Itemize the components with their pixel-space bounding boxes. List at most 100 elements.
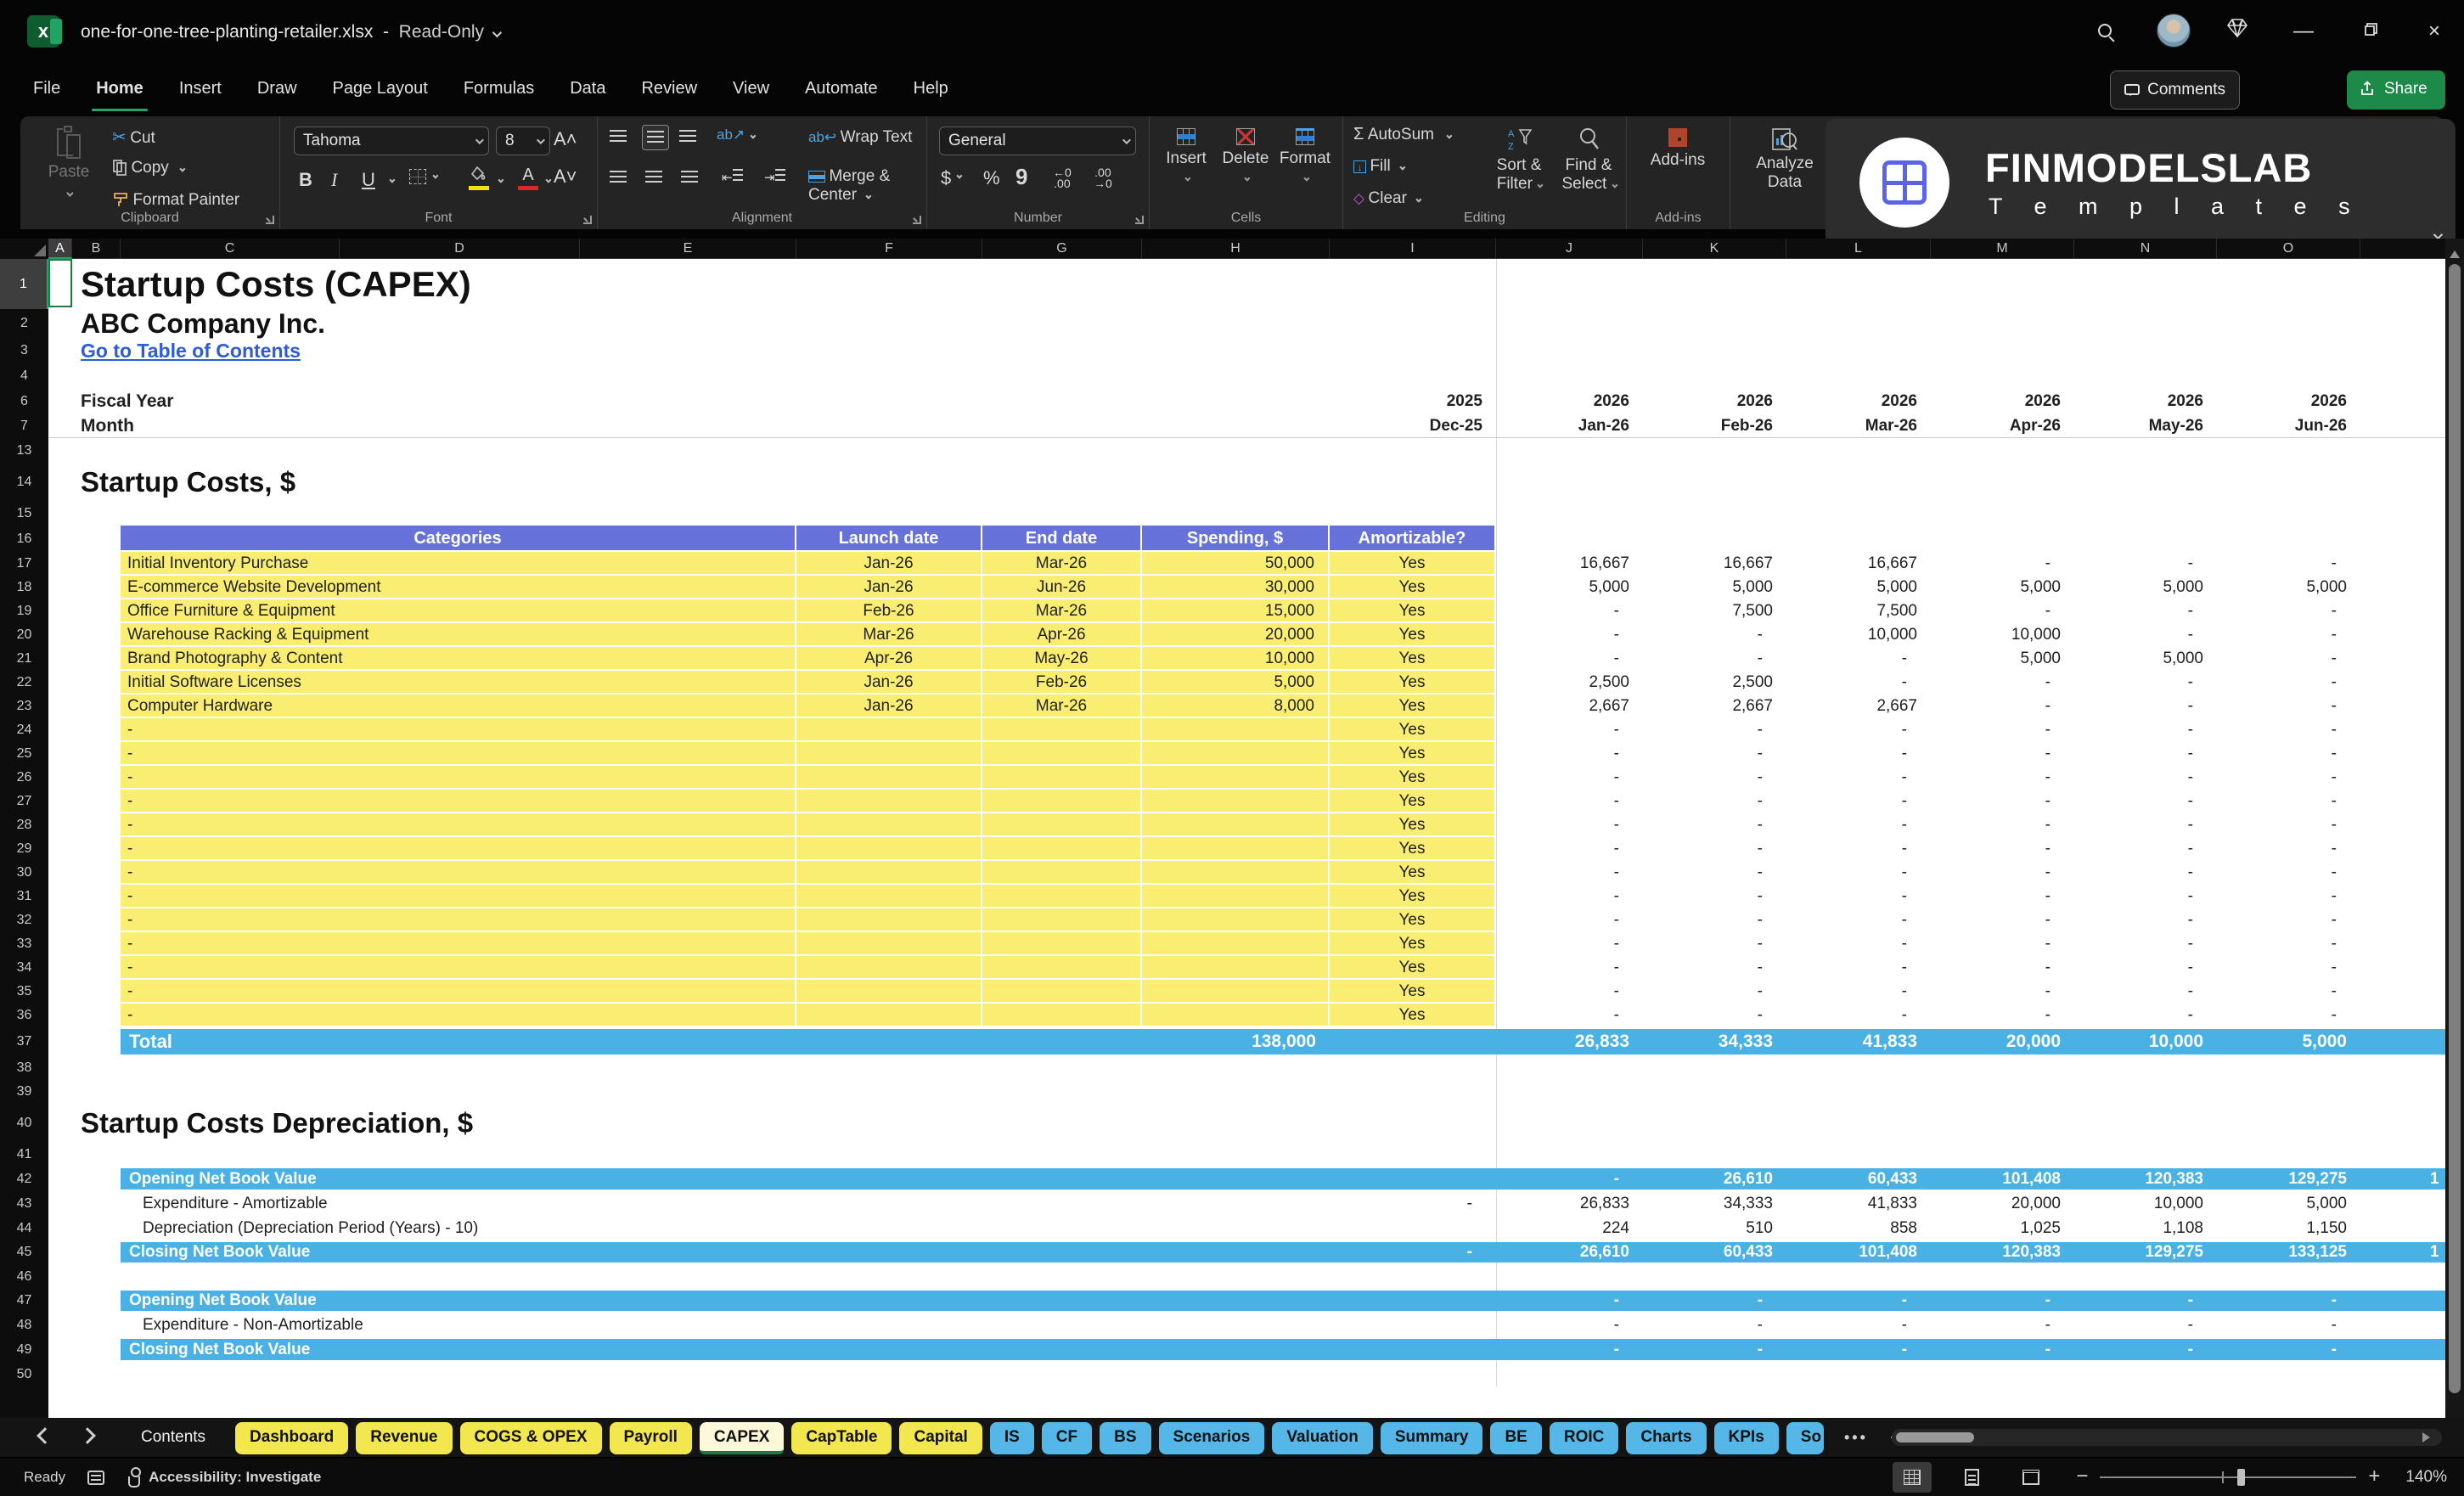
monthly-value[interactable]: - xyxy=(1496,885,1643,908)
decrease-indent-icon[interactable]: ⇤ xyxy=(722,169,743,185)
table-cell-spending[interactable]: 30,000 xyxy=(1142,576,1330,599)
monthly-value[interactable]: - xyxy=(1643,837,1786,861)
monthly-value[interactable]: - xyxy=(1931,1004,2074,1027)
monthly-value[interactable]: - xyxy=(1496,766,1643,790)
align-left-icon[interactable] xyxy=(610,169,627,188)
monthly-value[interactable]: 5,000 xyxy=(1643,576,1786,599)
sheet-tab-so[interactable]: So xyxy=(1786,1421,1824,1454)
monthly-value[interactable]: 2,667 xyxy=(1496,695,1643,718)
monthly-value[interactable]: 2,500 xyxy=(1643,671,1786,695)
sheet-tab-revenue[interactable]: Revenue xyxy=(356,1421,453,1454)
monthly-value[interactable]: - xyxy=(1931,552,2074,576)
total-monthly-value[interactable]: 5,000 xyxy=(2217,1027,2360,1056)
dep-value[interactable]: 1,150 xyxy=(2217,1216,2360,1240)
dep-value[interactable]: - xyxy=(1496,1289,1643,1313)
month-value[interactable]: Jan-26 xyxy=(1496,414,1643,438)
table-cell-amortizable[interactable]: Yes xyxy=(1330,908,1496,932)
monthly-value[interactable]: - xyxy=(1931,813,2074,837)
monthly-value[interactable]: 5,000 xyxy=(1931,647,2074,671)
sheet-title[interactable]: Startup Costs (CAPEX) xyxy=(81,259,1100,309)
dep-value[interactable]: 26,833 xyxy=(1496,1191,1643,1216)
fiscal-year-value[interactable]: 2025 xyxy=(1330,389,1496,414)
monthly-value[interactable]: 5,000 xyxy=(1931,576,2074,599)
row-header-50[interactable]: 50 xyxy=(0,1362,48,1386)
table-cell-category[interactable]: - xyxy=(121,718,796,742)
monthly-value[interactable]: - xyxy=(1643,1004,1786,1027)
table-cell-category[interactable]: Initial Software Licenses xyxy=(121,671,796,695)
sheet-tab-dashboard[interactable]: Dashboard xyxy=(235,1421,349,1454)
row-header-6[interactable]: 6 xyxy=(0,389,48,414)
monthly-value[interactable]: - xyxy=(1931,980,2074,1004)
table-cell-category[interactable]: - xyxy=(121,837,796,861)
column-header-B[interactable]: B xyxy=(72,239,121,259)
monthly-value[interactable]: - xyxy=(1786,1004,1931,1027)
monthly-value[interactable]: 5,000 xyxy=(1496,576,1643,599)
monthly-value[interactable]: - xyxy=(2217,742,2360,766)
monthly-value[interactable]: - xyxy=(2074,671,2217,695)
dep-value[interactable]: 133,125 xyxy=(2217,1240,2360,1264)
monthly-value[interactable]: - xyxy=(1931,671,2074,695)
dep-value[interactable]: 510 xyxy=(1643,1216,1786,1240)
row-header-39[interactable]: 39 xyxy=(0,1080,48,1104)
workbook-statistics-icon[interactable] xyxy=(87,1470,105,1485)
sheet-tab-capital[interactable]: Capital xyxy=(899,1421,982,1454)
share-button[interactable]: Share xyxy=(2347,70,2445,131)
row-header-14[interactable]: 14 xyxy=(0,463,48,502)
table-cell-end-date[interactable] xyxy=(982,790,1142,813)
dep-value[interactable]: 34,333 xyxy=(1643,1191,1786,1216)
table-cell-category[interactable]: Brand Photography & Content xyxy=(121,647,796,671)
font-color-icon[interactable]: A xyxy=(518,166,538,190)
monthly-value[interactable]: - xyxy=(1931,861,2074,885)
monthly-value[interactable]: - xyxy=(1786,718,1931,742)
dep-value[interactable]: 120,383 xyxy=(2074,1167,2217,1191)
monthly-value[interactable]: - xyxy=(2074,1004,2217,1027)
row-header-13[interactable]: 13 xyxy=(0,438,48,463)
table-cell-spending[interactable]: 20,000 xyxy=(1142,623,1330,647)
sheet-tab-payroll[interactable]: Payroll xyxy=(609,1421,692,1454)
monthly-value[interactable]: - xyxy=(1643,766,1786,790)
monthly-value[interactable]: - xyxy=(1786,837,1931,861)
merge-center-button[interactable]: Merge & Center xyxy=(808,167,926,205)
table-cell-category[interactable]: - xyxy=(121,742,796,766)
normal-view-button[interactable] xyxy=(1893,1462,1932,1493)
monthly-value[interactable]: - xyxy=(1786,813,1931,837)
column-header-D[interactable]: D xyxy=(340,239,580,259)
font-dialog-launcher[interactable] xyxy=(583,216,592,224)
table-cell-end-date[interactable]: Apr-26 xyxy=(982,623,1142,647)
monthly-value[interactable]: - xyxy=(1496,980,1643,1004)
analyze-data-button[interactable]: Analyze Data xyxy=(1744,128,1825,192)
monthly-value[interactable]: 7,500 xyxy=(1643,599,1786,623)
dep-value[interactable]: 20,000 xyxy=(1931,1191,2074,1216)
total-monthly-value[interactable]: 26,833 xyxy=(1496,1027,1643,1056)
table-cell-amortizable[interactable]: Yes xyxy=(1330,695,1496,718)
table-cell-launch-date[interactable] xyxy=(796,766,982,790)
restore-button[interactable] xyxy=(2350,12,2389,51)
column-header-G[interactable]: G xyxy=(982,239,1142,259)
sheet-tab-is[interactable]: IS xyxy=(989,1421,1034,1454)
italic-button[interactable]: I xyxy=(331,169,337,191)
monthly-value[interactable]: - xyxy=(2217,718,2360,742)
row-header-38[interactable]: 38 xyxy=(0,1056,48,1080)
table-cell-end-date[interactable] xyxy=(982,885,1142,908)
monthly-value[interactable]: - xyxy=(2074,908,2217,932)
monthly-value[interactable]: 10,000 xyxy=(1931,623,2074,647)
table-cell-end-date[interactable]: Jun-26 xyxy=(982,576,1142,599)
dep-value[interactable]: 101,408 xyxy=(1786,1240,1931,1264)
row-header-25[interactable]: 25 xyxy=(0,742,48,766)
monthly-value[interactable]: 5,000 xyxy=(2217,576,2360,599)
menu-tab-automate[interactable]: Automate xyxy=(787,64,896,116)
dep-value[interactable]: - xyxy=(1330,1191,1496,1216)
table-cell-amortizable[interactable]: Yes xyxy=(1330,790,1496,813)
total-monthly-value[interactable]: 20,000 xyxy=(1931,1027,2074,1056)
row-header-24[interactable]: 24 xyxy=(0,718,48,742)
monthly-value[interactable]: 7,500 xyxy=(1786,599,1931,623)
row-header-19[interactable]: 19 xyxy=(0,599,48,623)
monthly-value[interactable]: - xyxy=(1931,790,2074,813)
table-cell-amortizable[interactable]: Yes xyxy=(1330,932,1496,956)
sheet-tab-valuation[interactable]: Valuation xyxy=(1272,1421,1373,1454)
active-cell-a1[interactable] xyxy=(48,259,72,307)
monthly-value[interactable]: - xyxy=(1786,671,1931,695)
zoom-level[interactable]: 140% xyxy=(2405,1468,2447,1487)
dep-value[interactable]: 129,275 xyxy=(2217,1167,2360,1191)
table-cell-spending[interactable]: 10,000 xyxy=(1142,647,1330,671)
